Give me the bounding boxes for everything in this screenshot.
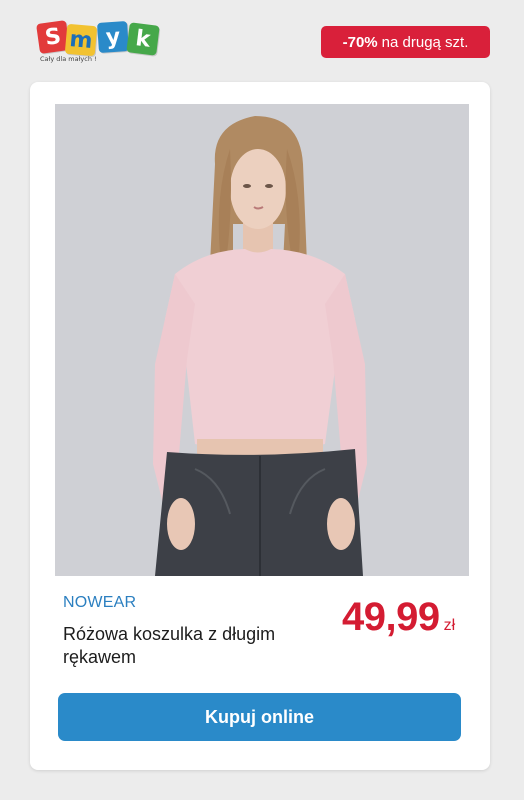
logo-letter-k: k bbox=[126, 22, 160, 56]
logo-letter-m: m bbox=[64, 23, 98, 57]
logo-letter-y: y bbox=[96, 20, 130, 54]
price-amount: 49,99 bbox=[342, 595, 440, 639]
promo-badge: -70% na drugą szt. bbox=[321, 26, 490, 58]
header: S m y k Cały dla małych ! -70% na drugą … bbox=[0, 0, 524, 80]
product-card[interactable]: NOWEAR Różowa koszulka z długim rękawem … bbox=[30, 82, 490, 770]
logo-letters: S m y k bbox=[36, 20, 160, 57]
product-title[interactable]: Różowa koszulka z długim rękawem bbox=[63, 623, 313, 669]
smyk-logo[interactable]: S m y k Cały dla małych ! bbox=[36, 20, 160, 64]
product-photo-illustration bbox=[55, 104, 469, 576]
promo-discount: -70% bbox=[342, 33, 378, 51]
buy-online-button[interactable]: Kupuj online bbox=[58, 693, 461, 741]
logo-tagline: Cały dla małych ! bbox=[40, 55, 97, 63]
price-currency: zł bbox=[443, 617, 456, 634]
product-photo[interactable] bbox=[55, 104, 469, 576]
promo-text: na drugą szt. bbox=[381, 33, 469, 51]
product-price: 49,99 zł bbox=[342, 595, 455, 640]
product-brand[interactable]: NOWEAR bbox=[63, 594, 136, 612]
